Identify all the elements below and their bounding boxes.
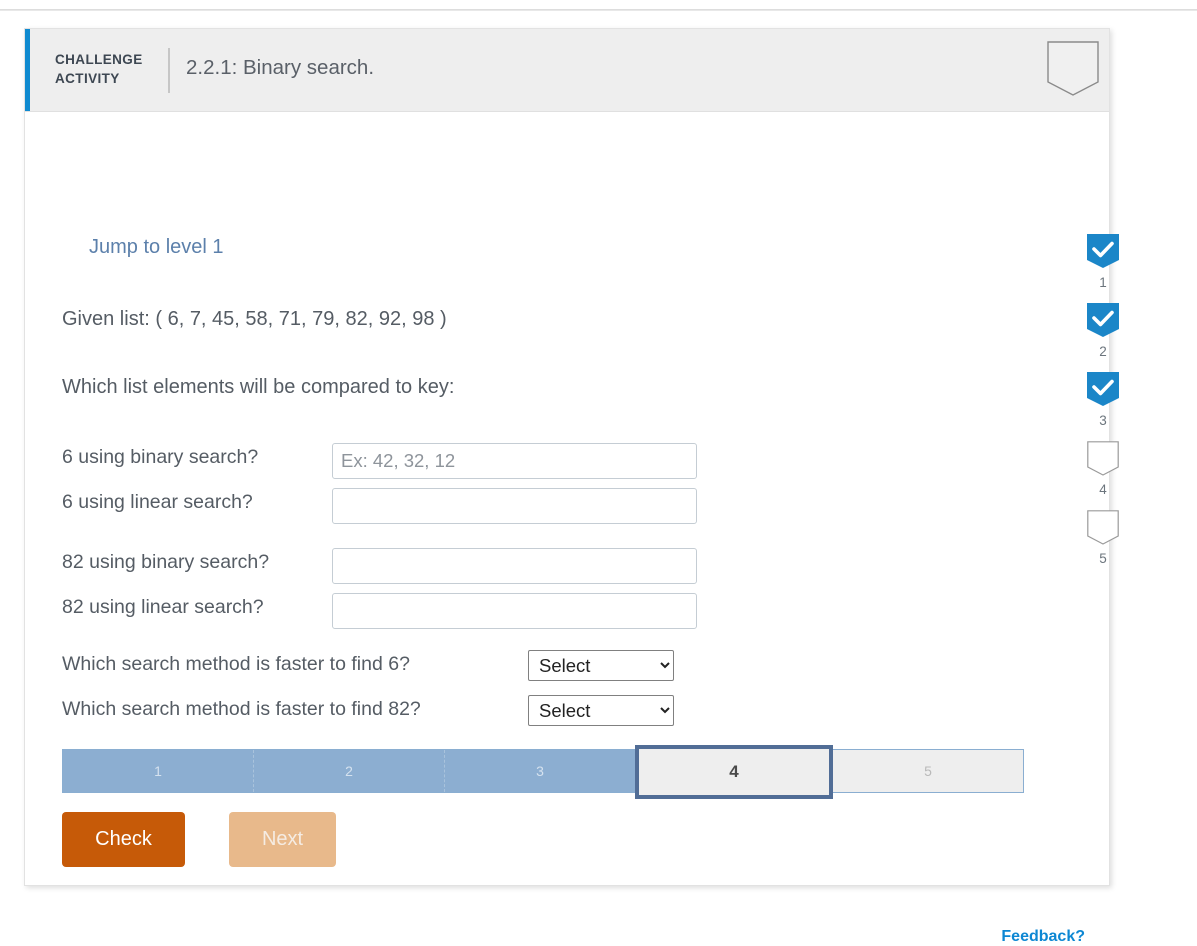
select-label-faster-82: Which search method is faster to find 82… (62, 698, 421, 720)
answer-input-6-binary[interactable] (332, 443, 697, 479)
level-rail-item-4[interactable]: 4 (1073, 441, 1133, 497)
activity-body: Jump to level 1 Given list: ( 6, 7, 45, … (25, 112, 1119, 945)
progress-step-4[interactable]: 4 (635, 745, 833, 799)
select-faster-method-82[interactable]: Selectbinary searchlinear search (528, 695, 674, 726)
question-label-6-linear: 6 using linear search? (62, 491, 253, 513)
level-rail-number: 1 (1099, 275, 1107, 290)
answer-input-82-binary[interactable] (332, 548, 697, 584)
challenge-activity-label-line2: ACTIVITY (55, 71, 120, 86)
question-label-82-binary: 82 using binary search? (62, 551, 270, 573)
progress-step-label: 4 (729, 762, 739, 781)
level-progress-bar: 1 2 3 4 5 (62, 745, 1024, 799)
progress-step-label: 2 (345, 763, 353, 779)
level-rail-item-3[interactable]: 3 (1073, 372, 1133, 428)
activity-title: 2.2.1: Binary search. (186, 56, 375, 79)
level-rail-item-1[interactable]: 1 (1073, 234, 1133, 290)
compare-key-prompt: Which list elements will be compared to … (62, 376, 455, 398)
activity-header: CHALLENGE ACTIVITY 2.2.1: Binary search. (25, 29, 1109, 112)
next-button[interactable]: Next (229, 812, 336, 867)
feedback-link[interactable]: Feedback? (1001, 928, 1085, 946)
challenge-activity-label: CHALLENGE ACTIVITY (55, 50, 175, 88)
check-button[interactable]: Check (62, 812, 185, 867)
check-bookmark-icon (1087, 372, 1119, 410)
progress-step-2[interactable]: 2 (254, 750, 445, 792)
level-rail: 1 2 3 4 5 (1073, 234, 1133, 579)
answer-input-82-linear[interactable] (332, 593, 697, 629)
select-label-faster-6: Which search method is faster to find 6? (62, 653, 410, 675)
level-rail-number: 4 (1099, 482, 1107, 497)
given-list-text: Given list: ( 6, 7, 45, 58, 71, 79, 82, … (62, 308, 447, 330)
header-divider (168, 48, 170, 93)
progress-step-5[interactable]: 5 (833, 750, 1023, 792)
answer-input-6-linear[interactable] (332, 488, 697, 524)
progress-step-1[interactable]: 1 (63, 750, 254, 792)
level-rail-item-2[interactable]: 2 (1073, 303, 1133, 359)
question-label-82-linear: 82 using linear search? (62, 596, 264, 618)
header-accent-bar (25, 29, 30, 111)
progress-step-label: 1 (154, 763, 162, 779)
progress-step-label: 3 (536, 763, 544, 779)
check-bookmark-icon (1087, 234, 1119, 272)
check-bookmark-icon (1087, 303, 1119, 341)
bookmark-outline-icon (1087, 510, 1119, 548)
progress-step-3[interactable]: 3 (445, 750, 635, 792)
bookmark-outline-icon (1047, 41, 1099, 99)
challenge-activity-label-line1: CHALLENGE (55, 52, 143, 67)
bookmark-outline-icon (1087, 441, 1119, 479)
progress-step-label: 5 (924, 763, 932, 779)
page-top-divider (0, 9, 1197, 11)
level-rail-number: 3 (1099, 413, 1107, 428)
level-rail-number: 5 (1099, 551, 1107, 566)
challenge-activity-card: CHALLENGE ACTIVITY 2.2.1: Binary search.… (24, 28, 1119, 945)
level-rail-item-5[interactable]: 5 (1073, 510, 1133, 566)
level-rail-number: 2 (1099, 344, 1107, 359)
question-label-6-binary: 6 using binary search? (62, 446, 259, 468)
jump-to-level-link[interactable]: Jump to level 1 (89, 236, 224, 259)
select-faster-method-6[interactable]: Selectbinary searchlinear search (528, 650, 674, 681)
